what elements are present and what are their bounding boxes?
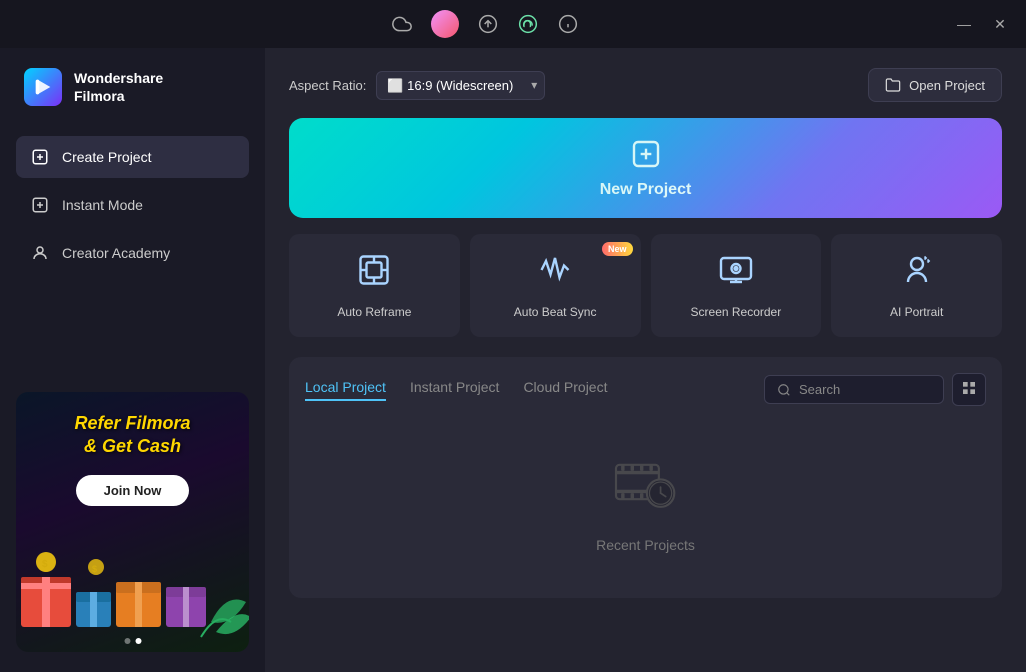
sidebar-item-create-project[interactable]: Create Project (16, 136, 249, 178)
new-badge: New (602, 242, 633, 256)
dot-2[interactable] (135, 638, 141, 644)
screen-recorder-label: Screen Recorder (691, 305, 782, 319)
grid-toggle-button[interactable] (952, 373, 986, 406)
auto-beat-sync-icon (537, 252, 573, 295)
feature-card-screen-recorder[interactable]: Screen Recorder (651, 234, 822, 337)
instant-mode-label: Instant Mode (62, 197, 143, 213)
projects-tabs-right: Search (764, 373, 986, 406)
auto-beat-sync-label: Auto Beat Sync (514, 305, 597, 319)
empty-state: Recent Projects (305, 422, 986, 582)
instant-mode-icon (30, 195, 50, 215)
ai-portrait-icon (899, 252, 935, 295)
logo-area: Wondershare Filmora (16, 68, 249, 106)
aspect-ratio-dropdown[interactable]: ⬜ 16:9 (Widescreen) ⬜ 9:16 (Vertical) ⬜ … (376, 71, 545, 100)
ai-portrait-label: AI Portrait (890, 305, 943, 319)
headphone-icon[interactable] (517, 13, 539, 35)
logo-text: Wondershare Filmora (74, 69, 163, 105)
promo-banner: Refer Filmora & Get Cash Join Now (16, 392, 249, 652)
titlebar-icons (391, 10, 579, 38)
aspect-dropdown-wrapper: ⬜ 16:9 (Widescreen) ⬜ 9:16 (Vertical) ⬜ … (376, 71, 545, 100)
feature-cards: Auto Reframe New Auto Beat Sync (289, 234, 1002, 337)
empty-state-icon (611, 452, 681, 525)
new-project-label: New Project (600, 181, 692, 199)
projects-section: Local Project Instant Project Cloud Proj… (289, 357, 1002, 598)
new-project-banner[interactable]: New Project (289, 118, 1002, 218)
aspect-ratio-label: Aspect Ratio: (289, 78, 366, 93)
dots-indicator (124, 638, 141, 644)
sidebar-item-instant-mode[interactable]: Instant Mode (16, 184, 249, 226)
avatar-icon[interactable] (431, 10, 459, 38)
sidebar: Wondershare Filmora Create Project (0, 48, 265, 672)
aspect-ratio-area: Aspect Ratio: ⬜ 16:9 (Widescreen) ⬜ 9:16… (289, 71, 545, 100)
close-button[interactable]: ✕ (990, 14, 1010, 34)
content-topbar: Aspect Ratio: ⬜ 16:9 (Widescreen) ⬜ 9:16… (289, 68, 1002, 102)
empty-state-text: Recent Projects (596, 537, 695, 553)
content-area: Aspect Ratio: ⬜ 16:9 (Widescreen) ⬜ 9:16… (265, 48, 1026, 672)
screen-recorder-icon (718, 252, 754, 295)
svg-text:$: $ (92, 564, 97, 574)
window-controls: — ✕ (954, 14, 1010, 34)
feature-card-auto-beat-sync[interactable]: New Auto Beat Sync (470, 234, 641, 337)
tab-instant-project[interactable]: Instant Project (410, 379, 500, 401)
search-placeholder: Search (799, 382, 840, 397)
tab-local-project[interactable]: Local Project (305, 379, 386, 401)
creator-academy-label: Creator Academy (62, 245, 170, 261)
creator-academy-icon (30, 243, 50, 263)
auto-reframe-label: Auto Reframe (337, 305, 411, 319)
auto-reframe-icon (356, 252, 392, 295)
new-project-icon (630, 138, 662, 175)
open-project-label: Open Project (909, 78, 985, 93)
create-project-icon (30, 147, 50, 167)
open-project-button[interactable]: Open Project (868, 68, 1002, 102)
sidebar-item-creator-academy[interactable]: Creator Academy (16, 232, 249, 274)
feature-card-auto-reframe[interactable]: Auto Reframe (289, 234, 460, 337)
search-icon (777, 383, 791, 397)
dot-1[interactable] (124, 638, 130, 644)
create-project-label: Create Project (62, 149, 151, 165)
info-icon[interactable] (557, 13, 579, 35)
svg-text:$: $ (42, 559, 48, 570)
main-layout: Wondershare Filmora Create Project (0, 48, 1026, 672)
cloud-icon[interactable] (391, 13, 413, 35)
search-box[interactable]: Search (764, 375, 944, 404)
tab-cloud-project[interactable]: Cloud Project (523, 379, 607, 401)
promo-decorations: $ $ (16, 522, 249, 652)
titlebar: — ✕ (0, 0, 1026, 48)
folder-icon (885, 77, 901, 93)
projects-tabs-bar: Local Project Instant Project Cloud Proj… (305, 373, 986, 406)
feature-card-ai-portrait[interactable]: AI Portrait (831, 234, 1002, 337)
grid-icon (961, 380, 977, 396)
join-now-button[interactable]: Join Now (76, 475, 190, 506)
minimize-button[interactable]: — (954, 14, 974, 34)
promo-title: Refer Filmora & Get Cash (74, 412, 190, 459)
projects-tabs: Local Project Instant Project Cloud Proj… (305, 379, 607, 401)
upload-icon[interactable] (477, 13, 499, 35)
logo-icon (24, 68, 62, 106)
